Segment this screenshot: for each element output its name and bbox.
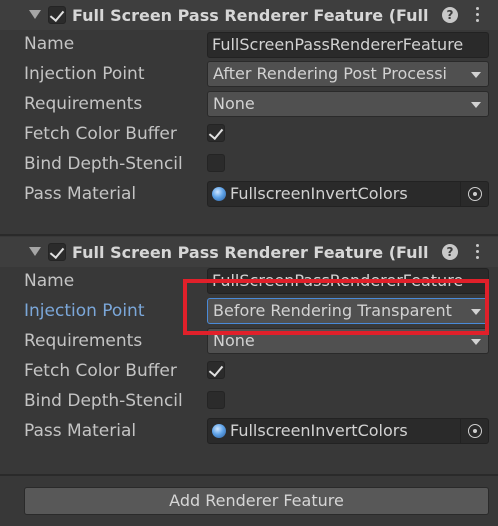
requirements-value: None: [213, 94, 255, 113]
foldout-arrow-icon[interactable]: [29, 10, 41, 19]
feature-title: Full Screen Pass Renderer Feature (Full …: [72, 243, 428, 262]
injection-point-value: After Rendering Post Processi: [213, 64, 447, 83]
injection-point-label: Injection Point: [24, 64, 145, 84]
checkmark-icon: [49, 243, 65, 260]
object-picker-icon[interactable]: [468, 424, 482, 438]
pass-material-label: Pass Material: [24, 184, 137, 204]
feature-header[interactable]: Full Screen Pass Renderer Feature (Full …: [0, 237, 498, 267]
injection-point-label: Injection Point: [24, 301, 145, 321]
add-renderer-feature-button[interactable]: Add Renderer Feature: [24, 487, 489, 515]
pass-material-label: Pass Material: [24, 421, 137, 441]
object-picker-icon[interactable]: [468, 187, 482, 201]
dropdown-arrow-icon: [471, 102, 481, 108]
material-icon: [212, 424, 226, 438]
feature-title: Full Screen Pass Renderer Feature (Full …: [72, 6, 428, 25]
bind-depth-stencil-label: Bind Depth-Stencil: [24, 391, 183, 411]
pass-material-value: FullscreenInvertColors: [230, 421, 408, 440]
feature-enabled-checkbox[interactable]: [48, 6, 66, 24]
pass-material-field[interactable]: FullscreenInvertColors: [207, 418, 489, 444]
kebab-menu-icon[interactable]: [476, 244, 480, 260]
name-label: Name: [24, 34, 75, 54]
renderer-feature-1: Full Screen Pass Renderer Feature (Full …: [0, 0, 498, 235]
picker-separator: [460, 419, 461, 443]
feature-divider: [0, 234, 498, 236]
feature-enabled-checkbox[interactable]: [48, 243, 66, 261]
renderer-feature-2: Full Screen Pass Renderer Feature (Full …: [0, 237, 498, 475]
dropdown-arrow-icon: [471, 72, 481, 78]
requirements-label: Requirements: [24, 94, 143, 114]
checkmark-icon: [208, 124, 224, 141]
fetch-color-buffer-label: Fetch Color Buffer: [24, 124, 177, 144]
pass-material-field[interactable]: FullscreenInvertColors: [207, 181, 489, 207]
fetch-color-buffer-label: Fetch Color Buffer: [24, 361, 177, 381]
feature-header[interactable]: Full Screen Pass Renderer Feature (Full …: [0, 0, 498, 30]
dropdown-arrow-icon: [471, 339, 481, 345]
help-icon[interactable]: ?: [442, 244, 458, 260]
checkmark-icon: [49, 6, 65, 23]
fetch-color-buffer-checkbox[interactable]: [207, 124, 225, 142]
name-field[interactable]: FullScreenPassRendererFeature: [207, 32, 489, 58]
foldout-arrow-icon[interactable]: [29, 247, 41, 256]
help-icon[interactable]: ?: [442, 7, 458, 23]
feature-divider: [0, 474, 498, 476]
name-label: Name: [24, 271, 75, 291]
fetch-color-buffer-checkbox[interactable]: [207, 361, 225, 379]
kebab-menu-icon[interactable]: [476, 7, 480, 23]
highlight-box: [183, 279, 489, 335]
checkmark-icon: [208, 361, 224, 378]
picker-separator: [460, 182, 461, 206]
injection-point-dropdown[interactable]: After Rendering Post Processi: [207, 61, 489, 87]
requirements-label: Requirements: [24, 331, 143, 351]
bind-depth-stencil-checkbox[interactable]: [207, 154, 225, 172]
bind-depth-stencil-checkbox[interactable]: [207, 391, 225, 409]
material-icon: [212, 187, 226, 201]
pass-material-value: FullscreenInvertColors: [230, 184, 408, 203]
requirements-dropdown[interactable]: None: [207, 91, 489, 117]
bind-depth-stencil-label: Bind Depth-Stencil: [24, 154, 183, 174]
